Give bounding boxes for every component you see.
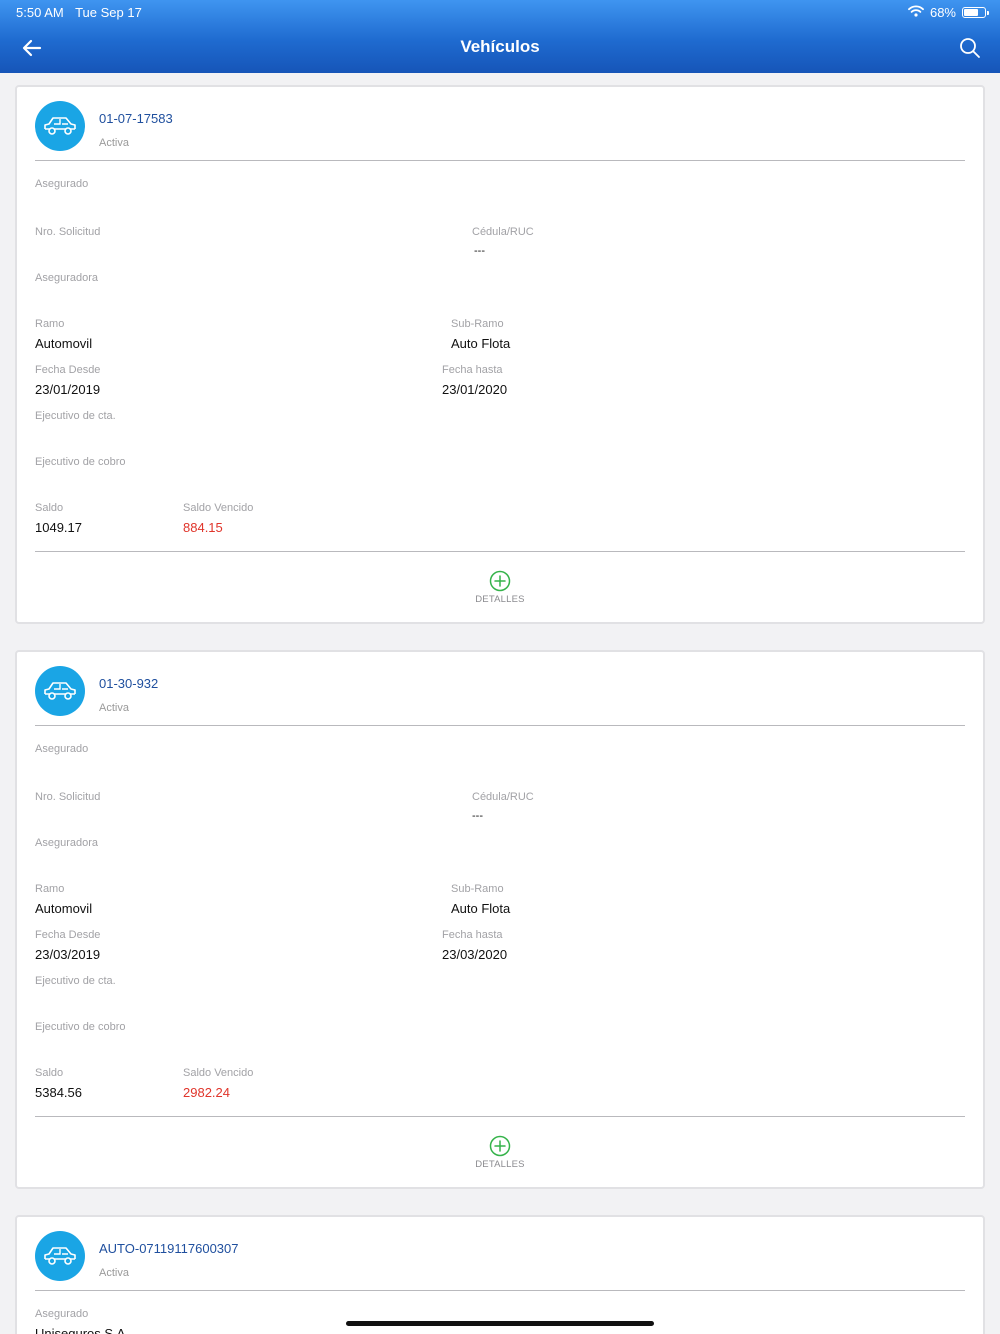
policy-card: AUTO-07119117600307 Activa Asegurado Uni…: [15, 1215, 985, 1334]
aseguradora-label: Aseguradora: [35, 837, 98, 849]
cedula-ruc-label: Cédula/RUC: [472, 226, 534, 238]
divider: [35, 725, 965, 726]
policy-status: Activa: [99, 137, 129, 149]
asegurado-label: Asegurado: [35, 178, 89, 190]
status-bar: 5:50 AM Tue Sep 17 68%: [16, 5, 989, 21]
add-circle-icon: [489, 1135, 511, 1157]
policy-number[interactable]: 01-07-17583: [99, 111, 173, 126]
fecha-desde-label: Fecha Desde: [35, 364, 101, 376]
divider: [35, 1290, 965, 1291]
car-icon: [35, 666, 85, 716]
nro-solicitud-label: Nro. Solicitud: [35, 791, 101, 803]
ejecutivo-cta-label: Ejecutivo de cta.: [35, 410, 116, 422]
saldo-value: 5384.56: [35, 1085, 82, 1100]
wifi-icon: [908, 5, 924, 20]
details-button[interactable]: DETALLES: [17, 570, 983, 605]
ramo-label: Ramo: [35, 883, 65, 895]
cedula-ruc-label: Cédula/RUC: [472, 791, 534, 803]
policy-number[interactable]: 01-30-932: [99, 676, 158, 691]
home-indicator[interactable]: [346, 1321, 654, 1326]
policy-status: Activa: [99, 1267, 129, 1279]
battery-percent: 68%: [929, 5, 956, 20]
page-title: Vehículos: [460, 37, 540, 56]
ejecutivo-cobro-label: Ejecutivo de cobro: [35, 1021, 126, 1033]
saldo-vencido-label: Saldo Vencido: [183, 1067, 254, 1079]
divider: [35, 160, 965, 161]
divider: [35, 1116, 965, 1117]
ejecutivo-cta-label: Ejecutivo de cta.: [35, 975, 116, 987]
saldo-vencido-label: Saldo Vencido: [183, 502, 254, 514]
app-header: 5:50 AM Tue Sep 17 68% Vehículos: [0, 0, 1000, 73]
ramo-label: Ramo: [35, 318, 65, 330]
car-icon: [35, 1231, 85, 1281]
divider: [35, 551, 965, 552]
policy-number[interactable]: AUTO-07119117600307: [99, 1241, 239, 1256]
cedula-ruc-value: ---: [472, 810, 483, 822]
details-label: DETALLES: [475, 1159, 525, 1170]
fecha-desde-value: 23/01/2019: [35, 382, 101, 397]
fecha-hasta-value: 23/01/2020: [442, 382, 508, 397]
saldo-vencido-value: 2982.24: [183, 1085, 230, 1100]
policy-card: 01-30-932 Activa Asegurado Nro. Solicitu…: [15, 650, 985, 1189]
ejecutivo-cobro-label: Ejecutivo de cobro: [35, 456, 126, 468]
ramo-value: Automovil: [35, 901, 93, 916]
cedula-ruc-value: ---: [474, 245, 485, 257]
sub-ramo-value: Auto Flota: [451, 336, 511, 351]
details-button[interactable]: DETALLES: [17, 1135, 983, 1170]
ramo-value: Automovil: [35, 336, 93, 351]
sub-ramo-label: Sub-Ramo: [451, 883, 504, 895]
sub-ramo-value: Auto Flota: [451, 901, 511, 916]
status-date: Tue Sep 17: [75, 5, 142, 20]
sub-ramo-label: Sub-Ramo: [451, 318, 504, 330]
fecha-desde-label: Fecha Desde: [35, 929, 101, 941]
asegurado-label: Asegurado: [35, 1308, 89, 1320]
fecha-hasta-label: Fecha hasta: [442, 364, 503, 376]
fecha-hasta-value: 23/03/2020: [442, 947, 508, 962]
nro-solicitud-label: Nro. Solicitud: [35, 226, 101, 238]
battery-icon: [962, 7, 989, 18]
add-circle-icon: [489, 570, 511, 592]
policy-status: Activa: [99, 702, 129, 714]
fecha-desde-value: 23/03/2019: [35, 947, 101, 962]
status-time: 5:50 AM: [16, 5, 64, 20]
policy-card: 01-07-17583 Activa Asegurado Nro. Solici…: [15, 85, 985, 624]
saldo-value: 1049.17: [35, 520, 82, 535]
car-icon: [35, 101, 85, 151]
saldo-label: Saldo: [35, 502, 64, 514]
asegurado-label: Asegurado: [35, 743, 89, 755]
asegurado-value: Uniseguros S.A.: [35, 1326, 129, 1334]
aseguradora-label: Aseguradora: [35, 272, 98, 284]
fecha-hasta-label: Fecha hasta: [442, 929, 503, 941]
saldo-vencido-value: 884.15: [183, 520, 223, 535]
search-icon[interactable]: [958, 36, 982, 60]
saldo-label: Saldo: [35, 1067, 64, 1079]
details-label: DETALLES: [475, 594, 525, 605]
